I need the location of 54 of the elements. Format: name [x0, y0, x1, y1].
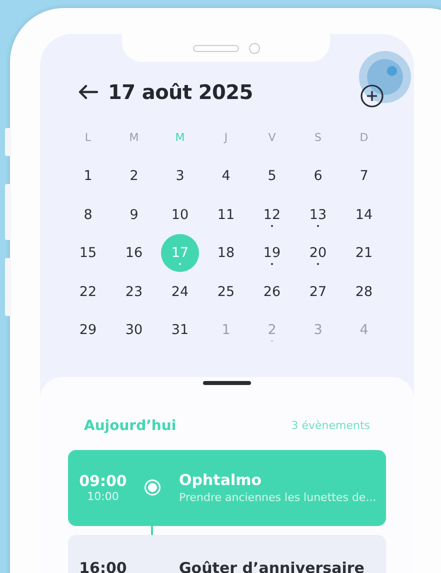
date-title: 17 août 2025: [108, 80, 254, 104]
event-start-time: 16:00: [79, 558, 127, 573]
calendar-day[interactable]: 10: [161, 196, 199, 234]
calendar-day[interactable]: 3: [161, 157, 199, 196]
calendar-day[interactable]: 26: [253, 272, 291, 311]
agenda-heading: Aujourd’hui: [84, 418, 176, 434]
event-title: Ophtalmo: [179, 471, 263, 489]
calendar-day[interactable]: 25: [207, 272, 245, 311]
weekday-label: M: [128, 130, 140, 144]
calendar-day[interactable]: 21: [345, 234, 383, 272]
weekday-label: L: [84, 130, 92, 144]
event-card[interactable]: 16:00 Goûter d’anniversaire: [68, 534, 386, 573]
event-start-time: 09:00: [79, 472, 127, 490]
add-icon[interactable]: [360, 84, 384, 108]
calendar-day[interactable]: 11: [207, 196, 245, 234]
calendar-day[interactable]: 13: [299, 196, 337, 234]
weekday-label: V: [267, 130, 277, 144]
calendar-day[interactable]: 4: [207, 157, 245, 196]
timeline-dot-icon: [146, 481, 159, 494]
speaker-icon: [192, 44, 238, 52]
calendar-day[interactable]: 6: [299, 157, 337, 196]
event-end-time: 10:00: [87, 490, 119, 503]
weekday-label: S: [314, 130, 322, 144]
calendar-day[interactable]: 20: [299, 234, 337, 272]
camera-icon: [248, 42, 260, 54]
calendar-day[interactable]: 24: [161, 272, 199, 311]
calendar-day[interactable]: 14: [345, 196, 383, 234]
event-title: Goûter d’anniversaire: [179, 558, 364, 573]
calendar-day[interactable]: 8: [69, 196, 107, 234]
calendar-day[interactable]: 18: [207, 234, 245, 272]
calendar-day[interactable]: 31: [161, 311, 199, 350]
calendar-day[interactable]: 23: [115, 272, 153, 311]
sheet-handle[interactable]: [203, 380, 251, 384]
calendar-day[interactable]: 1: [69, 157, 107, 196]
calendar-day[interactable]: 29: [69, 311, 107, 350]
weekday-label: J: [222, 130, 229, 144]
calendar-day[interactable]: 16: [115, 234, 153, 272]
calendar-day[interactable]: 15: [69, 234, 107, 272]
calendar-day[interactable]: 19: [253, 234, 291, 272]
calendar-day[interactable]: 28: [345, 272, 383, 311]
calendar-day[interactable]: 7: [345, 157, 383, 196]
calendar-day[interactable]: 9: [115, 196, 153, 234]
back-arrow-icon[interactable]: [78, 84, 98, 100]
event-note: Prendre anciennes les lunettes de...: [179, 491, 376, 504]
calendar-day[interactable]: 12: [253, 196, 291, 234]
weekday-label: M: [174, 130, 186, 144]
weekday-label: D: [358, 130, 370, 144]
touch-indicator: [359, 51, 411, 103]
calendar-day[interactable]: 30: [115, 311, 153, 350]
event-count: 3 évènements: [291, 419, 370, 432]
calendar-day[interactable]: 22: [69, 272, 107, 311]
calendar-day[interactable]: 2: [115, 157, 153, 196]
calendar-day[interactable]: 27: [299, 272, 337, 311]
calendar-day[interactable]: 5: [253, 157, 291, 196]
